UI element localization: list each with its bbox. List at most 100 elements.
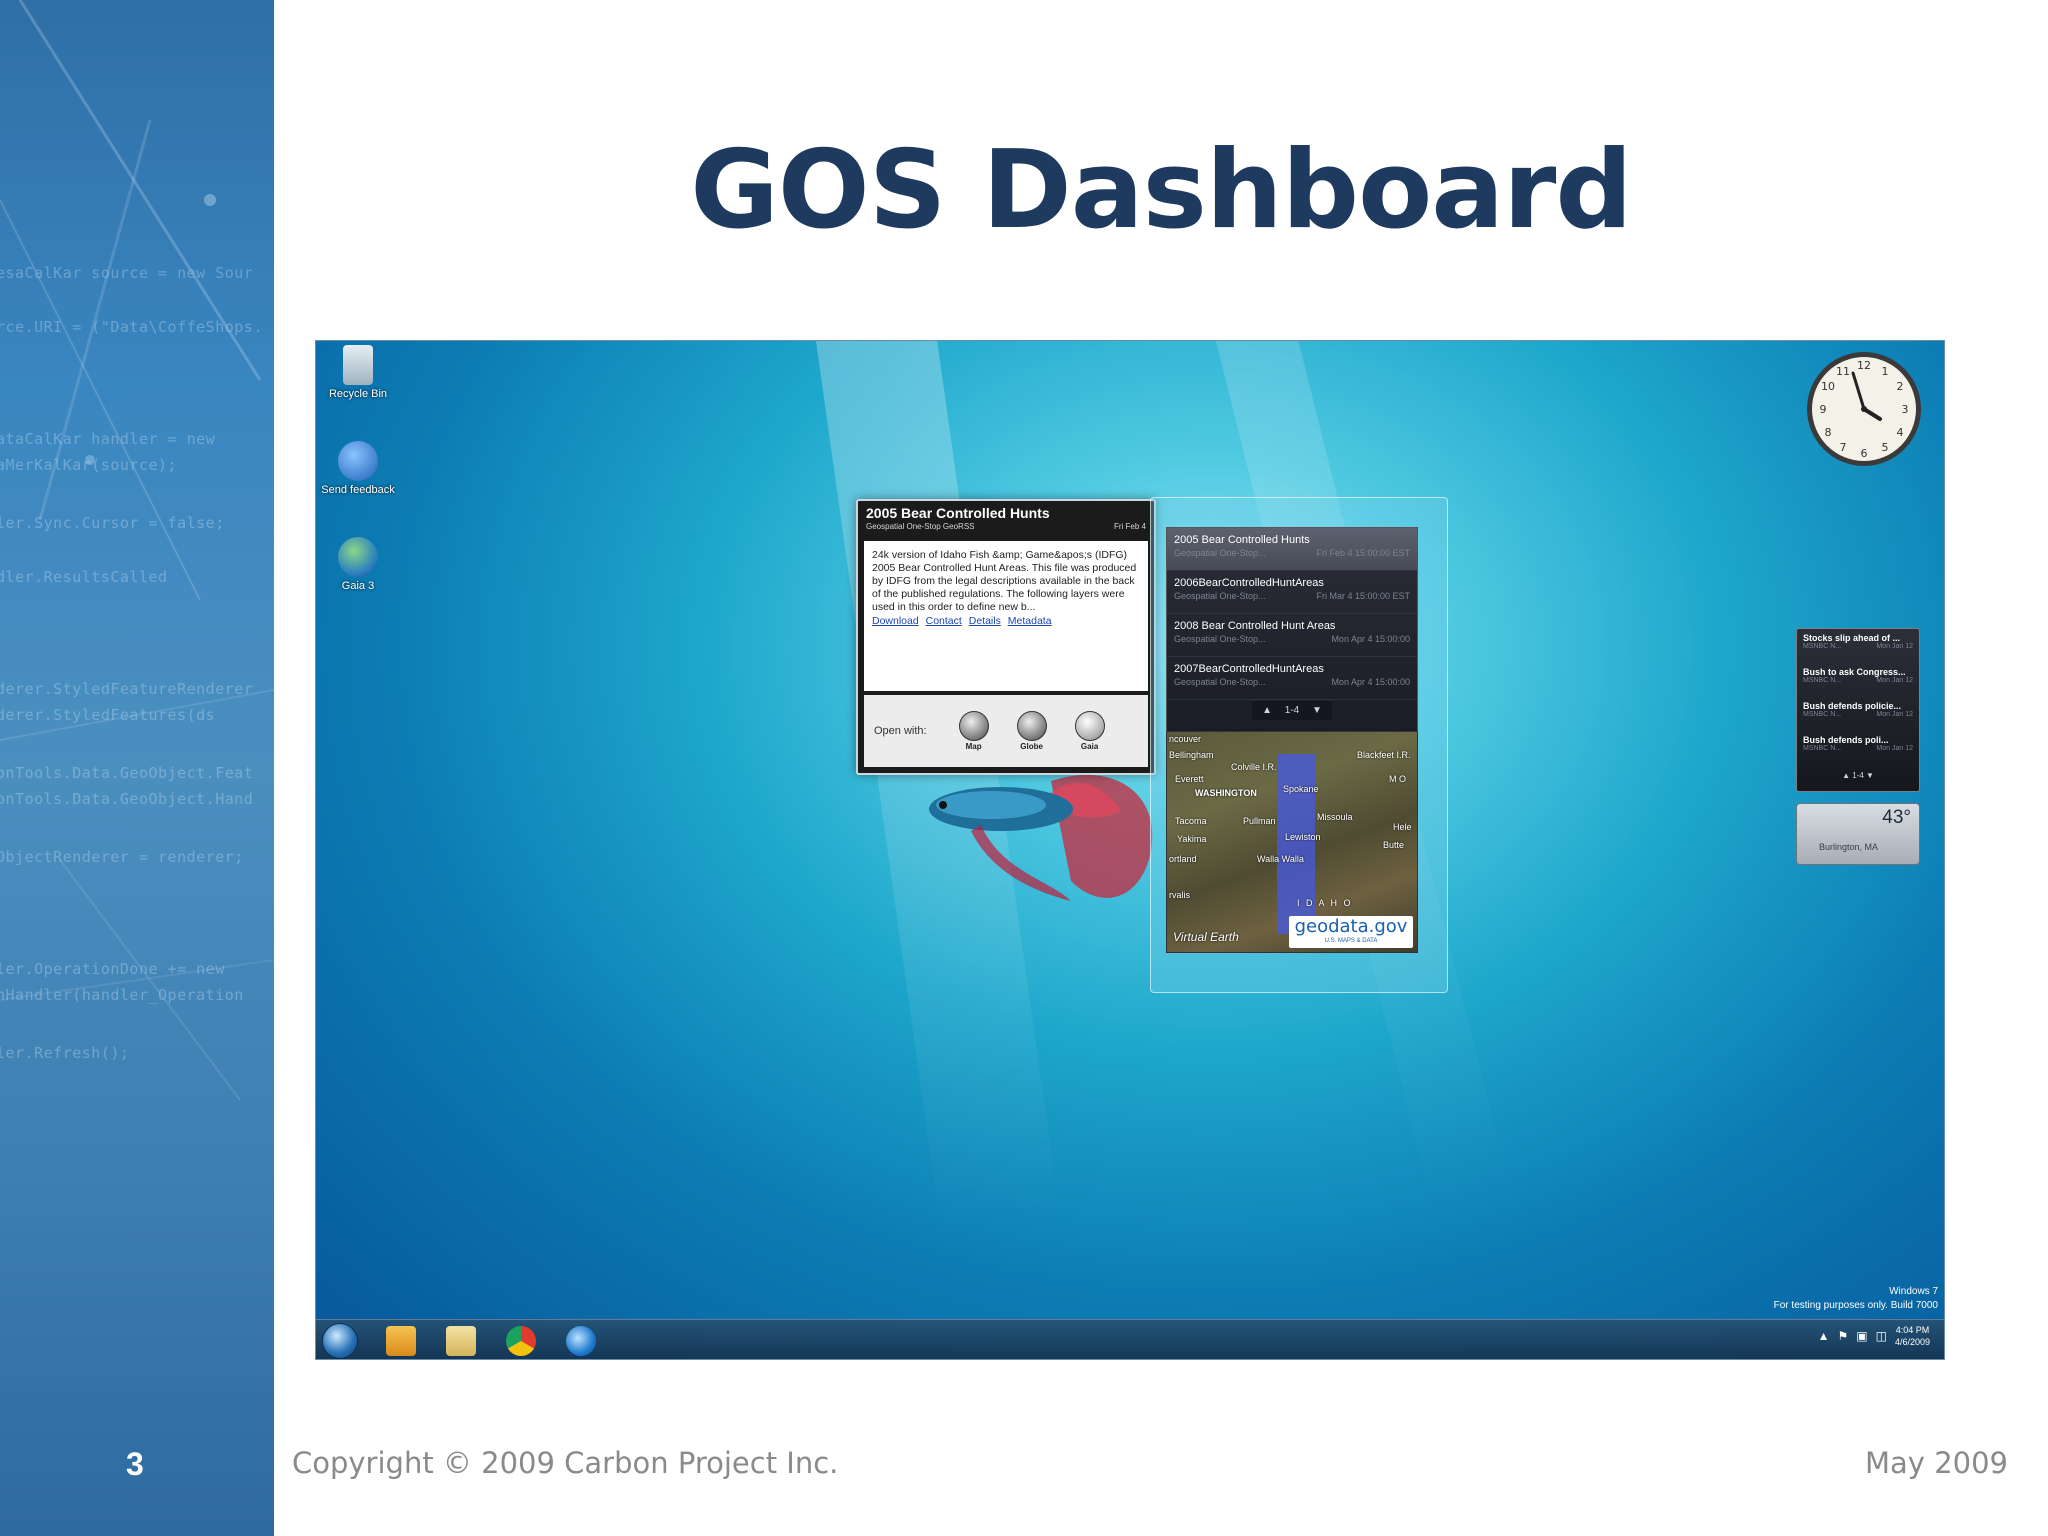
news-item[interactable]: Bush to ask Congress... MSNBC N... Mon Ja… — [1803, 667, 1913, 701]
start-button[interactable] — [322, 1323, 358, 1359]
feed-item-source: Geospatial One-Stop... — [1174, 591, 1266, 601]
feed-detail-card[interactable]: 2005 Bear Controlled Hunts Geospatial On… — [856, 499, 1156, 775]
open-with-bar: Open with: Map Globe Gaia — [864, 695, 1148, 767]
news-item-title: Bush to ask Congress... — [1803, 667, 1906, 677]
feed-item-meta: Geospatial One-Stop... Fri Feb 4 15:00:00… — [1174, 548, 1410, 558]
clock-gadget[interactable]: 12 12 3 45 6 78 9 1011 — [1804, 349, 1924, 469]
detail-card-description: 24k version of Idaho Fish &amp; Game&apo… — [872, 549, 1137, 613]
map-label: Colville I.R. — [1231, 762, 1277, 772]
feed-pager-count: 1-4 — [1274, 703, 1310, 718]
desktop-screenshot: Recycle Bin Send feedback Gaia 3 12 1 2 3 4… — [315, 340, 1945, 1360]
svg-text:5: 5 — [1882, 441, 1889, 454]
svg-text:8: 8 — [1825, 426, 1832, 439]
download-link[interactable]: Download — [872, 615, 919, 627]
band-code-line: dler.ResultsCalled — [0, 568, 168, 586]
tray-expand-icon[interactable]: ▲ — [1818, 1329, 1830, 1343]
news-pager[interactable]: ▲ 1-4 ▼ — [1803, 771, 1913, 780]
feed-pager-label: ▲ 1-4 ▼ — [1252, 701, 1332, 720]
map-label: ortland — [1169, 854, 1197, 864]
internet-explorer-icon[interactable] — [566, 1326, 596, 1356]
geodata-logo[interactable]: geodata.gov U.S. MAPS & DATA — [1289, 916, 1413, 948]
band-code-line: onTools.Data.GeoObject.Hand — [0, 790, 254, 808]
feed-item-title: 2008 Bear Controlled Hunt Areas — [1174, 620, 1336, 632]
system-tray: ▲ ⚑ ▣ ◫ 4:04 PM 4/6/2009 — [1818, 1324, 1930, 1348]
slide-title: GOS Dashboard — [690, 128, 1633, 253]
detail-card-meta: Geospatial One-Stop GeoRSS Fri Feb 4 — [866, 522, 1146, 531]
news-item[interactable]: Bush defends policie... MSNBC N... Mon Ja… — [1803, 701, 1913, 735]
feed-list-item[interactable]: 2005 Bear Controlled Hunts Geospatial On… — [1167, 528, 1417, 571]
map-label: WASHINGTON — [1195, 788, 1257, 798]
desktop-icon-label: Recycle Bin — [328, 388, 388, 400]
news-item-date: Mon Jan 12 — [1876, 745, 1913, 752]
feed-item-source: Geospatial One-Stop... — [1174, 677, 1266, 687]
feed-item-date: Mon Apr 4 15:00:00 — [1331, 677, 1410, 687]
media-player-icon[interactable] — [386, 1326, 416, 1356]
folder-icon[interactable] — [446, 1326, 476, 1356]
network-icon[interactable]: ▣ — [1856, 1329, 1867, 1343]
desktop-icon-recycle-bin[interactable]: Recycle Bin — [318, 345, 398, 400]
watermark-line: Windows 7 — [1889, 1286, 1938, 1297]
feed-item-meta: Geospatial One-Stop... Mon Apr 4 15:00:00 — [1174, 634, 1410, 644]
desktop-icon-send-feedback[interactable]: Send feedback — [318, 441, 398, 496]
volume-icon[interactable]: ◫ — [1876, 1329, 1887, 1343]
feed-item-date: Fri Feb 4 15:00:00 EST — [1316, 548, 1410, 558]
recycle-bin-icon — [343, 345, 373, 385]
band-code-line: ObjectRenderer = renderer; — [0, 848, 244, 866]
map-label: Walla Walla — [1257, 854, 1304, 864]
globe-icon — [338, 537, 378, 577]
feed-list-item[interactable]: 2008 Bear Controlled Hunt Areas Geospati… — [1167, 614, 1417, 657]
feed-list-item[interactable]: 2007BearControlledHuntAreas Geospatial O… — [1167, 657, 1417, 700]
news-item-title: Bush defends poli... — [1803, 735, 1889, 745]
news-item-meta: MSNBC N... Mon Jan 12 — [1803, 711, 1913, 718]
details-link[interactable]: Details — [969, 615, 1001, 627]
svg-text:4: 4 — [1897, 426, 1904, 439]
svg-text:12: 12 — [1857, 359, 1871, 372]
news-item-title: Stocks slip ahead of ... — [1803, 633, 1901, 643]
virtual-earth-brand: Virtual Earth — [1173, 930, 1239, 944]
detail-card-links: Download Contact Details Metadata — [872, 615, 1140, 628]
svg-text:9: 9 — [1820, 403, 1827, 416]
desktop-icon-gaia[interactable]: Gaia 3 — [318, 537, 398, 592]
map-label: Blackfeet I.R. — [1357, 750, 1411, 760]
news-item-date: Mon Jan 12 — [1876, 643, 1913, 650]
action-center-flag-icon[interactable]: ⚑ — [1838, 1329, 1849, 1343]
geodata-logo-sub: U.S. MAPS & DATA — [1324, 938, 1378, 944]
weather-gadget[interactable]: 43° Burlington, MA — [1796, 803, 1920, 865]
betta-fish-illustration — [929, 774, 1153, 901]
open-with-gaia-button[interactable]: Gaia — [1061, 711, 1119, 751]
news-item[interactable]: Bush defends poli... MSNBC N... Mon Jan 1… — [1803, 735, 1913, 769]
svg-text:11: 11 — [1836, 365, 1850, 378]
open-with-globe-label: Globe — [1020, 742, 1043, 751]
feed-item-meta: Geospatial One-Stop... Mon Apr 4 15:00:00 — [1174, 677, 1410, 687]
slide: esaCalKar source = new Sour rce.URI = ("… — [0, 0, 2048, 1536]
metadata-link[interactable]: Metadata — [1008, 615, 1052, 627]
feed-map[interactable]: ncouver Bellingham Colville I.R. Blackfe… — [1166, 731, 1418, 953]
svg-text:7: 7 — [1840, 441, 1847, 454]
map-label: M O — [1389, 774, 1406, 784]
band-code-line: derer.StyledFeatures(ds — [0, 706, 216, 724]
open-with-globe-button[interactable]: Globe — [1003, 711, 1061, 751]
band-code-line: rce.URI = ("Data\CoffeShops. — [0, 318, 263, 336]
map-label: Bellingham — [1169, 750, 1214, 760]
feed-item-title: 2005 Bear Controlled Hunts — [1174, 534, 1310, 546]
news-item-source: MSNBC N... — [1803, 745, 1842, 752]
feed-list-item[interactable]: 2006BearControlledHuntAreas Geospatial O… — [1167, 571, 1417, 614]
map-icon — [958, 711, 989, 741]
news-item-date: Mon Jan 12 — [1876, 677, 1913, 684]
weather-temperature: 43° — [1882, 807, 1911, 828]
band-code-line: derer.StyledFeatureRenderer — [0, 680, 254, 698]
open-with-label: Open with: — [874, 725, 927, 737]
news-item-meta: MSNBC N... Mon Jan 12 — [1803, 677, 1913, 684]
desktop-icon-label: Send feedback — [321, 484, 395, 496]
taskbar-clock[interactable]: 4:04 PM 4/6/2009 — [1895, 1324, 1930, 1348]
watermark-line: For testing purposes only. Build 7000 — [1773, 1300, 1938, 1311]
map-label: Butte — [1383, 840, 1405, 850]
taskbar-time: 4:04 PM — [1895, 1325, 1930, 1335]
detail-card-date: Fri Feb 4 — [1113, 522, 1146, 531]
contact-link[interactable]: Contact — [926, 615, 962, 627]
svg-text:2: 2 — [1897, 380, 1904, 393]
news-item[interactable]: Stocks slip ahead of ... MSNBC N... Mon J… — [1803, 633, 1913, 667]
chrome-icon[interactable] — [506, 1326, 536, 1356]
feed-pager[interactable]: ▲ 1-4 ▼ — [1166, 701, 1418, 723]
open-with-map-button[interactable]: Map — [945, 711, 1003, 751]
